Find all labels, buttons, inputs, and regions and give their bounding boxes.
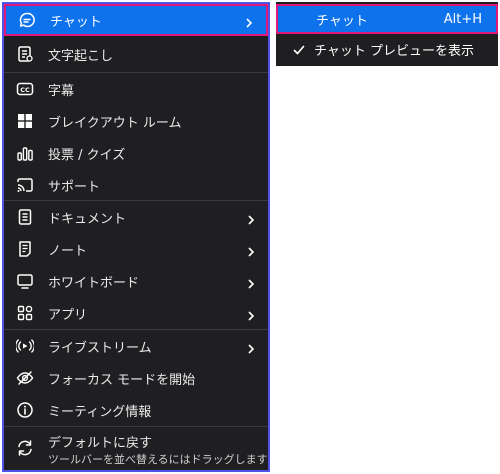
livestream-icon	[16, 337, 34, 355]
support-icon	[16, 176, 34, 194]
whiteboard-icon	[16, 272, 34, 290]
info-icon	[16, 401, 34, 419]
menu-item-label: ホワイトボード	[48, 275, 140, 291]
chevron-right-icon	[246, 340, 256, 354]
submenu-item-label: チャット プレビューを表示	[314, 43, 475, 59]
focus-mode-icon	[16, 369, 34, 387]
keyboard-shortcut: Alt+H	[443, 11, 482, 27]
menu-item-sublabel: ツールバーを並べ替えるにはドラッグします	[48, 453, 268, 466]
poll-icon	[16, 144, 34, 162]
menu-item-label: 文字起こし	[48, 48, 114, 64]
submenu-item-label: チャット	[316, 13, 368, 29]
menu-item-label: サポート	[48, 179, 101, 195]
document-icon	[16, 208, 34, 226]
cc-icon: CC	[16, 80, 34, 98]
submenu-item-chat-preview[interactable]: チャット プレビューを表示	[276, 34, 498, 64]
menu-item-label: フォーカス モードを開始	[48, 372, 196, 388]
menu-item-label: アプリ	[48, 307, 88, 323]
menu-item-reset-toolbar[interactable]: デフォルトに戻す ツールバーを並べ替えるにはドラッグします	[4, 427, 268, 470]
menu-item-label: ドキュメント	[48, 211, 127, 227]
reset-icon	[16, 439, 34, 457]
svg-text:CC: CC	[20, 86, 30, 94]
apps-icon	[16, 304, 34, 322]
menu-item-transcript[interactable]: 文字起こし	[4, 38, 268, 70]
menu-item-whiteboard[interactable]: ホワイトボード	[4, 265, 268, 297]
transcript-icon	[16, 45, 34, 63]
breakout-rooms-icon	[16, 112, 34, 130]
chevron-right-icon	[244, 14, 254, 28]
menu-item-livestream[interactable]: ライブストリーム	[4, 330, 268, 362]
menu-item-breakout-rooms[interactable]: ブレイクアウト ルーム	[4, 105, 268, 137]
menu-item-polls[interactable]: 投票 / クイズ	[4, 137, 268, 169]
menu-item-notes[interactable]: ノート	[4, 233, 268, 265]
menu-item-label: 投票 / クイズ	[48, 147, 126, 163]
menu-item-focus-mode[interactable]: フォーカス モードを開始	[4, 362, 268, 394]
chevron-right-icon	[246, 275, 256, 289]
chat-submenu: チャット Alt+H チャット プレビューを表示	[276, 2, 498, 66]
menu-item-meeting-info[interactable]: ミーティング情報	[4, 394, 268, 426]
menu-item-label: チャット	[50, 14, 102, 30]
menu-item-label: ミーティング情報	[48, 404, 152, 420]
menu-item-label: 字幕	[48, 83, 75, 99]
menu-item-label: ライブストリーム	[48, 340, 152, 356]
chevron-right-icon	[246, 243, 256, 257]
notes-icon	[16, 240, 34, 258]
checkmark-icon	[292, 42, 306, 56]
chevron-right-icon	[246, 211, 256, 225]
chat-icon	[18, 11, 36, 29]
submenu-item-chat[interactable]: チャット Alt+H	[276, 4, 498, 34]
toolbar-more-menu: チャット 文字起こし CC 字幕 ブレイクアウト ルーム 投票 / クイズ サポ	[2, 2, 270, 472]
menu-item-documents[interactable]: ドキュメント	[4, 201, 268, 233]
menu-item-label: デフォルトに戻す	[48, 436, 153, 451]
menu-item-label: ノート	[48, 243, 88, 259]
menu-item-label: ブレイクアウト ルーム	[48, 115, 182, 131]
menu-item-support[interactable]: サポート	[4, 169, 268, 201]
menu-item-chat[interactable]: チャット	[4, 4, 268, 36]
chevron-right-icon	[246, 307, 256, 321]
menu-item-captions[interactable]: CC 字幕	[4, 73, 268, 105]
menu-item-apps[interactable]: アプリ	[4, 297, 268, 329]
